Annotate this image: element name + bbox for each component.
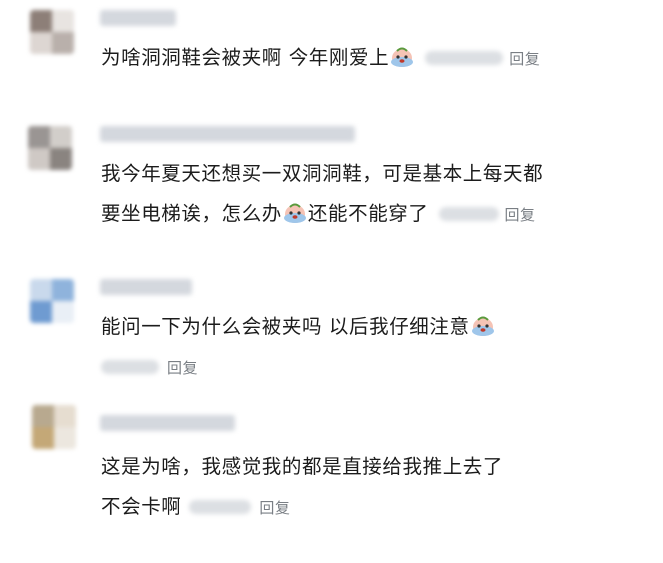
- reply-button[interactable]: 回复: [167, 359, 198, 377]
- comment-text: 为啥洞洞鞋会被夹啊 今年刚爱上 回复: [101, 38, 540, 79]
- avatar[interactable]: [32, 405, 76, 449]
- crying-face-icon: [471, 315, 495, 337]
- comment-item: 能问一下为什么会被夹吗 以后我仔细注意 回复: [0, 265, 663, 385]
- crying-face-icon: [283, 202, 307, 224]
- comment-item: 这是为啥，我感觉我的都是直接给我推上去了 不会卡啊 回复: [0, 395, 663, 535]
- comment-text-line: 不会卡啊: [101, 495, 182, 518]
- timestamp-placeholder: [101, 360, 159, 374]
- reply-button[interactable]: 回复: [509, 50, 540, 68]
- comment-text-line: 能问一下为什么会被夹吗 以后我仔细注意: [101, 315, 470, 338]
- timestamp-placeholder: [425, 51, 504, 65]
- timestamp-placeholder: [189, 500, 252, 514]
- avatar[interactable]: [30, 10, 74, 54]
- comment-text: 这是为啥，我感觉我的都是直接给我推上去了 不会卡啊 回复: [101, 447, 503, 528]
- reply-button[interactable]: 回复: [259, 499, 290, 517]
- comment-text-line: 要坐电梯诶，怎么办: [101, 202, 282, 225]
- avatar[interactable]: [30, 279, 74, 323]
- comment-text-line: 这是为啥，我感觉我的都是直接给我推上去了: [101, 455, 504, 478]
- avatar[interactable]: [28, 126, 72, 170]
- comment-item: 为啥洞洞鞋会被夹啊 今年刚爱上 回复: [0, 0, 663, 100]
- username-placeholder[interactable]: [100, 279, 192, 295]
- crying-face-icon: [390, 46, 414, 68]
- comment-text-line: 还能不能穿了: [307, 202, 429, 225]
- username-placeholder[interactable]: [100, 126, 355, 142]
- username-placeholder[interactable]: [100, 10, 176, 26]
- timestamp-placeholder: [438, 207, 499, 221]
- comment-list: 为啥洞洞鞋会被夹啊 今年刚爱上 回复 我今年夏天还想买一双洞洞鞋，可是基本上每天…: [0, 0, 663, 563]
- username-placeholder[interactable]: [100, 415, 235, 431]
- comment-text-line: 为啥洞洞鞋会被夹啊 今年刚爱上: [101, 46, 390, 69]
- comment-item: 我今年夏天还想买一双洞洞鞋，可是基本上每天都 要坐电梯诶，怎么办 还能不能穿了 回…: [0, 112, 663, 252]
- reply-button[interactable]: 回复: [505, 206, 536, 224]
- comment-text-line: 我今年夏天还想买一双洞洞鞋，可是基本上每天都: [101, 162, 544, 185]
- comment-text: 我今年夏天还想买一双洞洞鞋，可是基本上每天都 要坐电梯诶，怎么办 还能不能穿了 回…: [101, 154, 543, 235]
- comment-text: 能问一下为什么会被夹吗 以后我仔细注意 回复: [101, 307, 496, 388]
